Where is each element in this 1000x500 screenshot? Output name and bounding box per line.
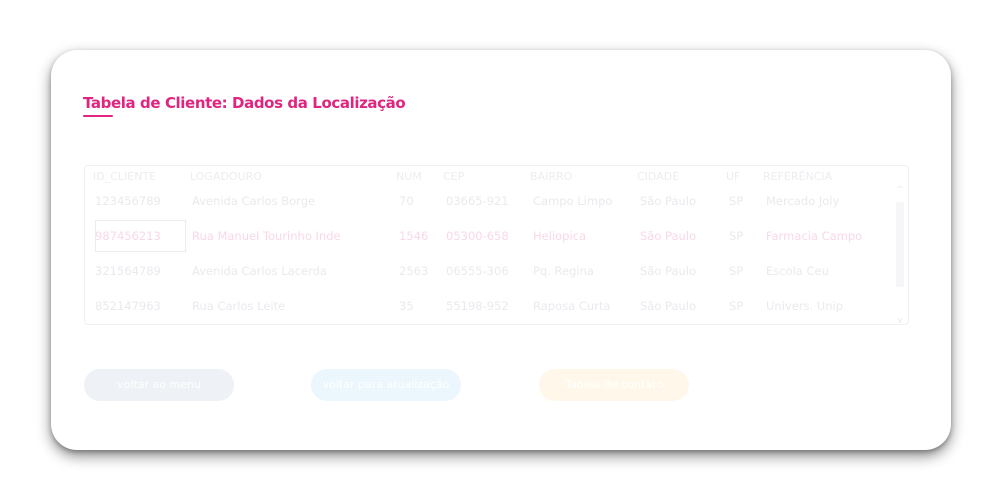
title-underline: [83, 115, 113, 117]
cell-bairro: Raposa Curta: [533, 299, 611, 313]
cell-cidade: São Paulo: [640, 229, 697, 243]
cell-cidade: São Paulo: [640, 299, 697, 313]
cell-bairro: Pq. Regina: [533, 264, 594, 278]
cell-id-cliente: 321564789: [95, 264, 161, 278]
contact-table-button[interactable]: Tabela de contato: [539, 369, 689, 401]
header-logadouro[interactable]: LOGADOURO: [190, 170, 262, 183]
cell-bairro: Campo Limpo: [533, 194, 613, 208]
cell-cep: 05300-658: [446, 229, 509, 243]
cell-cep: 03665-921: [446, 194, 509, 208]
cell-logadouro: Rua Manuel Tourinho Inde: [192, 229, 341, 243]
cell-uf: SP: [729, 299, 744, 313]
cell-cep: 06555-306: [446, 264, 509, 278]
cell-logadouro: Avenida Carlos Borge: [192, 194, 316, 208]
cell-bairro: Heliopica: [533, 229, 587, 243]
header-cidade[interactable]: CIDADE: [637, 170, 679, 183]
chevron-up-icon[interactable]: ^: [894, 185, 906, 195]
cell-uf: SP: [729, 194, 744, 208]
chevron-down-icon[interactable]: v: [894, 316, 906, 326]
cell-id-cliente: 123456789: [95, 194, 161, 208]
cell-num: 1546: [399, 229, 429, 243]
cell-num: 70: [399, 194, 414, 208]
header-referencia[interactable]: REFERÊNCIA: [763, 170, 832, 183]
client-table: ID_CLIENTE LOGADOURO NÚM CEP BAIRRO CIDA…: [84, 165, 909, 326]
cell-referencia: Escola Ceu: [766, 264, 829, 278]
cell-referencia: Univers. Unip: [766, 299, 844, 313]
back-to-update-button[interactable]: voltar para atualização: [311, 369, 461, 401]
cell-logadouro: Avenida Carlos Lacerda: [192, 264, 327, 278]
cell-referencia: Mercado Joly: [766, 194, 840, 208]
cell-num: 2563: [399, 264, 429, 278]
header-bairro[interactable]: BAIRRO: [530, 170, 572, 183]
client-location-card: Tabela de Cliente: Dados da Localização …: [51, 50, 951, 450]
cell-num: 35: [399, 299, 414, 313]
scroll-thumb[interactable]: [896, 202, 904, 287]
cell-referencia: Farmacia Campo: [766, 229, 863, 243]
header-num[interactable]: NÚM: [396, 170, 422, 183]
cell-id-cliente: 852147963: [95, 299, 161, 313]
header-id-cliente[interactable]: ID_CLIENTE: [93, 170, 156, 183]
cell-cidade: São Paulo: [640, 264, 697, 278]
header-cep[interactable]: CEP: [443, 170, 464, 183]
cell-cidade: São Paulo: [640, 194, 697, 208]
cell-id-cliente: 987456213: [95, 229, 161, 243]
cell-uf: SP: [729, 264, 744, 278]
header-uf[interactable]: UF: [726, 170, 740, 183]
cell-uf: SP: [729, 229, 744, 243]
table-scrollbar[interactable]: ^ v: [894, 182, 906, 326]
cell-logadouro: Rua Carlos Leite: [192, 299, 286, 313]
cell-cep: 55198-952: [446, 299, 509, 313]
back-to-menu-button[interactable]: voltar ao menu: [84, 369, 234, 401]
page-title: Tabela de Cliente: Dados da Localização: [83, 94, 406, 112]
